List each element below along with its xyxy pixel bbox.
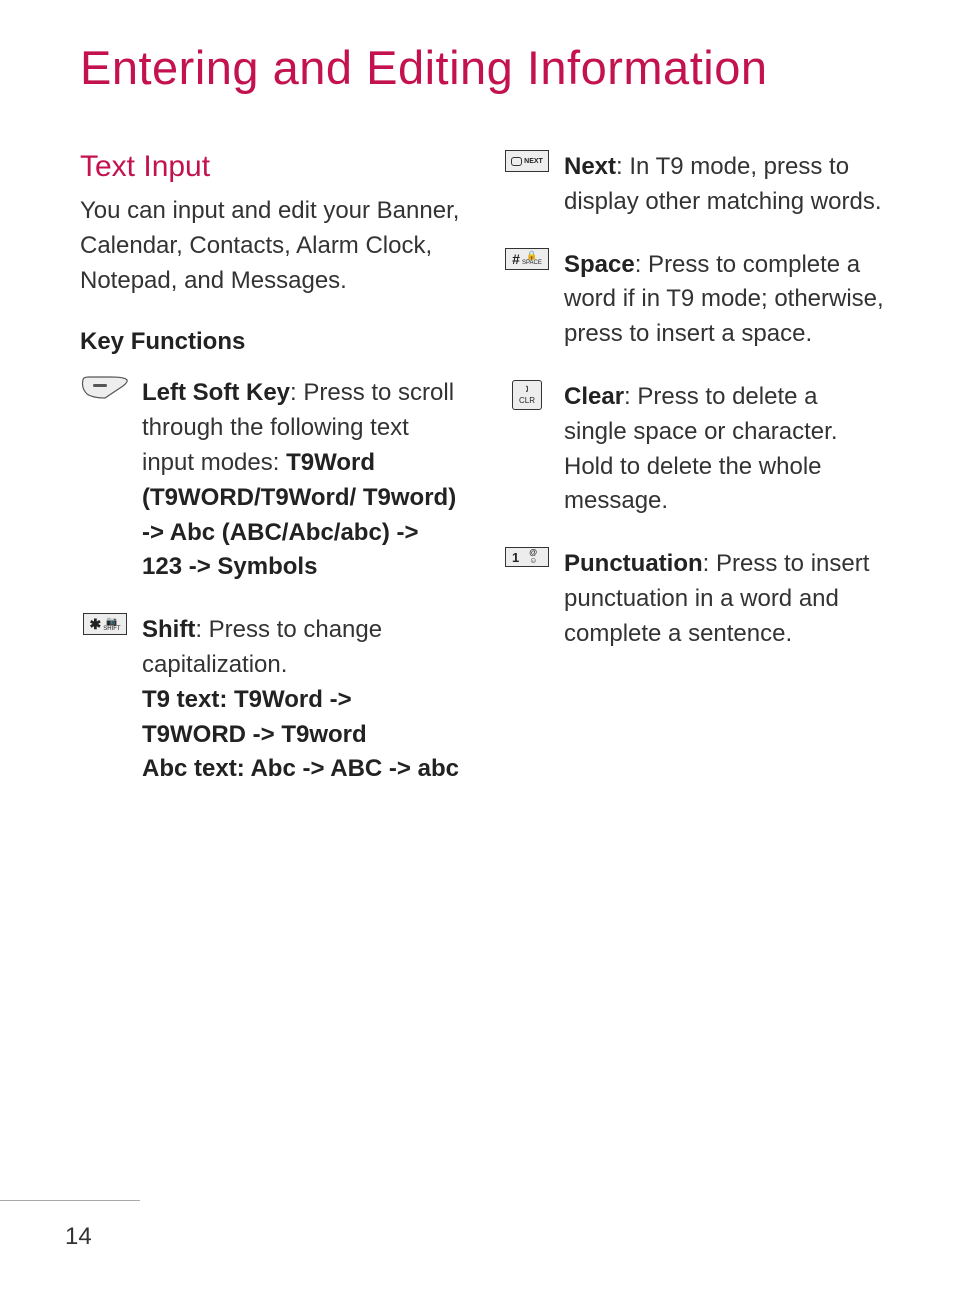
clear-key-text: Clear: Press to delete a single space or… <box>564 380 884 519</box>
next-key-icon: NEXT <box>502 150 552 172</box>
intro-paragraph: You can input and edit your Banner, Cale… <box>80 194 462 298</box>
left-soft-key-icon <box>80 376 130 402</box>
footer-divider <box>0 1200 140 1201</box>
space-sub-label: SPACE <box>522 260 542 266</box>
key-item-left-soft: Left Soft Key: Press to scroll through t… <box>80 376 462 585</box>
punct-label: Punctuation <box>564 550 703 577</box>
page-title: Entering and Editing Information <box>80 40 884 95</box>
key-item-clear: 🕽 CLR Clear: Press to delete a single sp… <box>502 380 884 519</box>
content-columns: Text Input You can input and edit your B… <box>80 150 884 815</box>
left-column: Text Input You can input and edit your B… <box>80 150 462 815</box>
shift-line3: Abc text: Abc -> ABC -> abc <box>142 755 459 782</box>
shift-key-icon: ✱ 📷SHIFT <box>80 613 130 635</box>
space-key-icon: # 🔒SPACE <box>502 248 552 270</box>
shift-line2: T9 text: T9Word -> T9WORD -> T9word <box>142 686 367 748</box>
space-label: Space <box>564 251 635 278</box>
shift-label: Shift <box>142 616 195 643</box>
key-functions-heading: Key Functions <box>80 328 462 356</box>
left-soft-key-text: Left Soft Key: Press to scroll through t… <box>142 376 462 585</box>
shift-sub-label: SHIFT <box>103 626 120 632</box>
next-label: Next <box>564 153 616 180</box>
shift-key-text: Shift: Press to change capitalization. T… <box>142 613 462 787</box>
punct-key-text: Punctuation: Press to insert punctuation… <box>564 547 884 651</box>
clear-key-icon: 🕽 CLR <box>502 380 552 410</box>
key-item-space: # 🔒SPACE Space: Press to complete a word… <box>502 248 884 352</box>
right-column: NEXT Next: In T9 mode, press to display … <box>502 150 884 815</box>
key-item-punctuation: 1 @☺ Punctuation: Press to insert punctu… <box>502 547 884 651</box>
key-item-shift: ✱ 📷SHIFT Shift: Press to change capitali… <box>80 613 462 787</box>
next-sub-label: NEXT <box>524 158 543 165</box>
punct-key-icon: 1 @☺ <box>502 547 552 567</box>
shift-glyph: ✱ <box>89 616 101 633</box>
next-key-text: Next: In T9 mode, press to display other… <box>564 150 884 220</box>
section-heading: Text Input <box>80 150 462 184</box>
left-soft-key-label: Left Soft Key <box>142 379 290 406</box>
page-number: 14 <box>65 1223 92 1251</box>
punct-glyph: 1 <box>512 550 519 565</box>
clear-sub-label: CLR <box>519 397 535 405</box>
space-key-text: Space: Press to complete a word if in T9… <box>564 248 884 352</box>
space-glyph: # <box>512 251 520 267</box>
key-item-next: NEXT Next: In T9 mode, press to display … <box>502 150 884 220</box>
clear-label: Clear <box>564 383 624 410</box>
